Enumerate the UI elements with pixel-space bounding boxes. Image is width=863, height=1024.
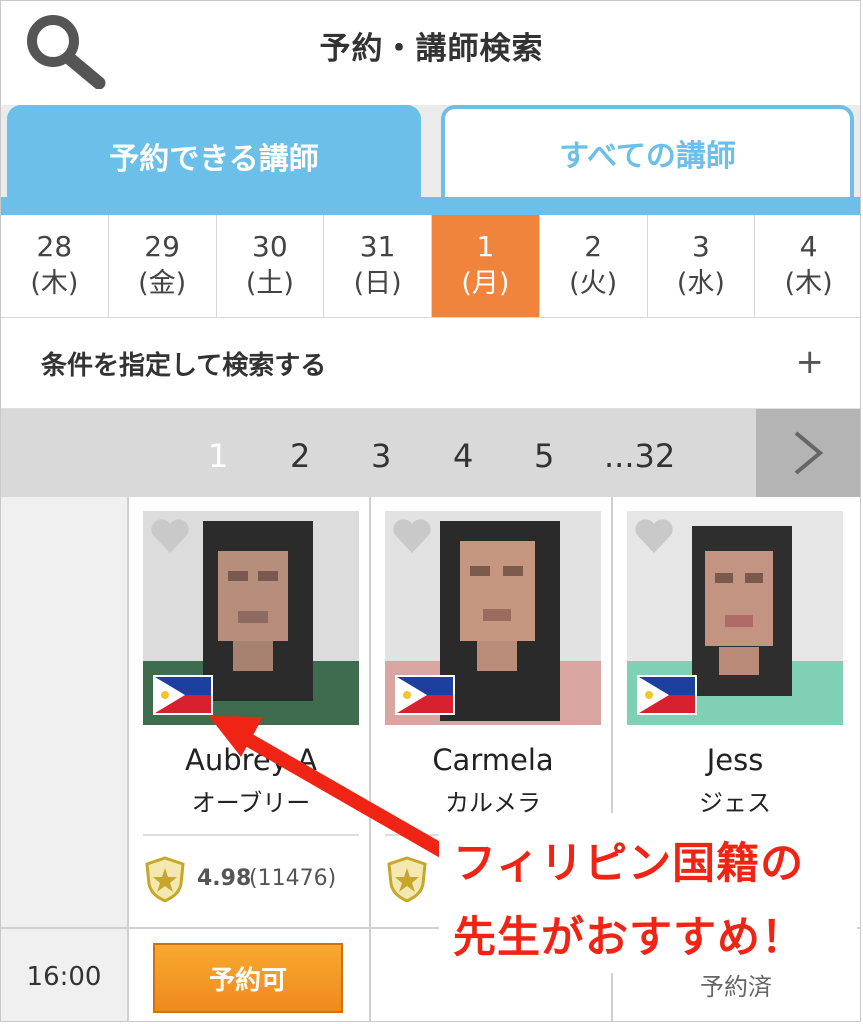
philippines-flag-icon: [637, 675, 697, 715]
search-conditions-label: 条件を指定して検索する: [41, 351, 327, 381]
date-cell-selected[interactable]: 1 (月): [432, 215, 540, 317]
teacher-name-en: Jess: [706, 743, 764, 777]
page-link[interactable]: ...32: [604, 437, 675, 475]
search-conditions-toggle[interactable]: 条件を指定して検索する +: [1, 318, 860, 409]
teacher-rating: 4.98 (11476): [143, 846, 359, 906]
date-weekday: (土): [245, 268, 294, 299]
date-weekday: (木): [30, 268, 79, 299]
teacher-photo[interactable]: [627, 511, 843, 725]
date-weekday: (金): [138, 268, 187, 299]
date-weekday: (日): [353, 268, 402, 299]
date-selector: 28 (木) 29 (金) 30 (土) 31 (日) 1 (月) 2 (火) 3 (水) 4…: [1, 215, 860, 318]
teacher-photo[interactable]: [385, 511, 601, 725]
date-number: 2: [584, 230, 603, 263]
plus-icon[interactable]: +: [796, 342, 825, 382]
teacher-card[interactable]: Aubrey A オーブリー 4.98 (11476): [143, 511, 359, 906]
annotation-text-line1: フィリピン国籍の: [453, 839, 805, 889]
date-number: 31: [359, 230, 396, 263]
date-number: 30: [252, 230, 288, 263]
teacher-name-en: Aubrey A: [185, 743, 317, 777]
column-divider: [369, 497, 371, 1021]
date-weekday: (木): [784, 268, 833, 299]
date-number: 28: [36, 230, 73, 263]
pagination: 1 2 3 4 5 ...32: [1, 409, 860, 497]
date-cell[interactable]: 31 (日): [324, 215, 432, 317]
date-cell[interactable]: 28 (木): [1, 215, 109, 317]
philippines-flag-icon: [395, 675, 455, 715]
teacher-name-en: Carmela: [432, 743, 554, 777]
divider: [143, 834, 359, 836]
page-link[interactable]: 3: [371, 437, 391, 475]
rating-score: 4.98: [197, 866, 252, 891]
date-number: 1: [476, 230, 495, 263]
date-weekday: (火): [569, 268, 618, 299]
date-number: 4: [799, 230, 818, 263]
header: 予約・講師検索: [1, 1, 860, 105]
column-divider: [127, 497, 129, 1021]
date-cell[interactable]: 30 (土): [217, 215, 325, 317]
shield-star-badge-icon: [387, 856, 427, 902]
reserve-available-button[interactable]: 予約可: [153, 943, 343, 1013]
page-link-current[interactable]: 1: [208, 437, 228, 475]
teacher-card[interactable]: Jess ジェス: [627, 511, 843, 818]
next-page-button[interactable]: [756, 409, 860, 497]
teacher-name-ja: オーブリー: [191, 789, 311, 817]
page-link[interactable]: 2: [290, 437, 310, 475]
review-count: (11476): [249, 866, 337, 891]
tab-all-teachers[interactable]: すべての講師: [441, 105, 854, 197]
favorite-heart-icon[interactable]: [391, 517, 433, 555]
date-weekday: (月): [461, 268, 510, 299]
chevron-right-icon: [794, 431, 824, 475]
favorite-heart-icon[interactable]: [149, 517, 191, 555]
time-slot-label: 16:00: [26, 962, 102, 992]
tab-strip: [1, 197, 860, 215]
app-screen: 予約・講師検索 予約できる講師 すべての講師 28 (木) 29 (金) 30 (土)…: [0, 0, 861, 1022]
date-cell[interactable]: 3 (水): [648, 215, 756, 317]
page-link[interactable]: 4: [453, 437, 473, 475]
teacher-photo[interactable]: [143, 511, 359, 725]
time-column: [1, 497, 127, 1021]
date-weekday: (水): [676, 268, 725, 299]
annotation-text-line2: 先生がおすすめ！: [453, 913, 805, 963]
date-cell[interactable]: 4 (木): [755, 215, 860, 317]
philippines-flag-icon: [153, 675, 213, 715]
page-link[interactable]: 5: [534, 437, 554, 475]
shield-star-badge-icon: [145, 856, 185, 902]
date-number: 3: [691, 230, 710, 263]
date-cell[interactable]: 29 (金): [109, 215, 217, 317]
date-cell[interactable]: 2 (火): [540, 215, 648, 317]
favorite-heart-icon[interactable]: [633, 517, 675, 555]
page-title: 予約・講師検索: [319, 31, 544, 67]
date-number: 29: [144, 230, 180, 263]
